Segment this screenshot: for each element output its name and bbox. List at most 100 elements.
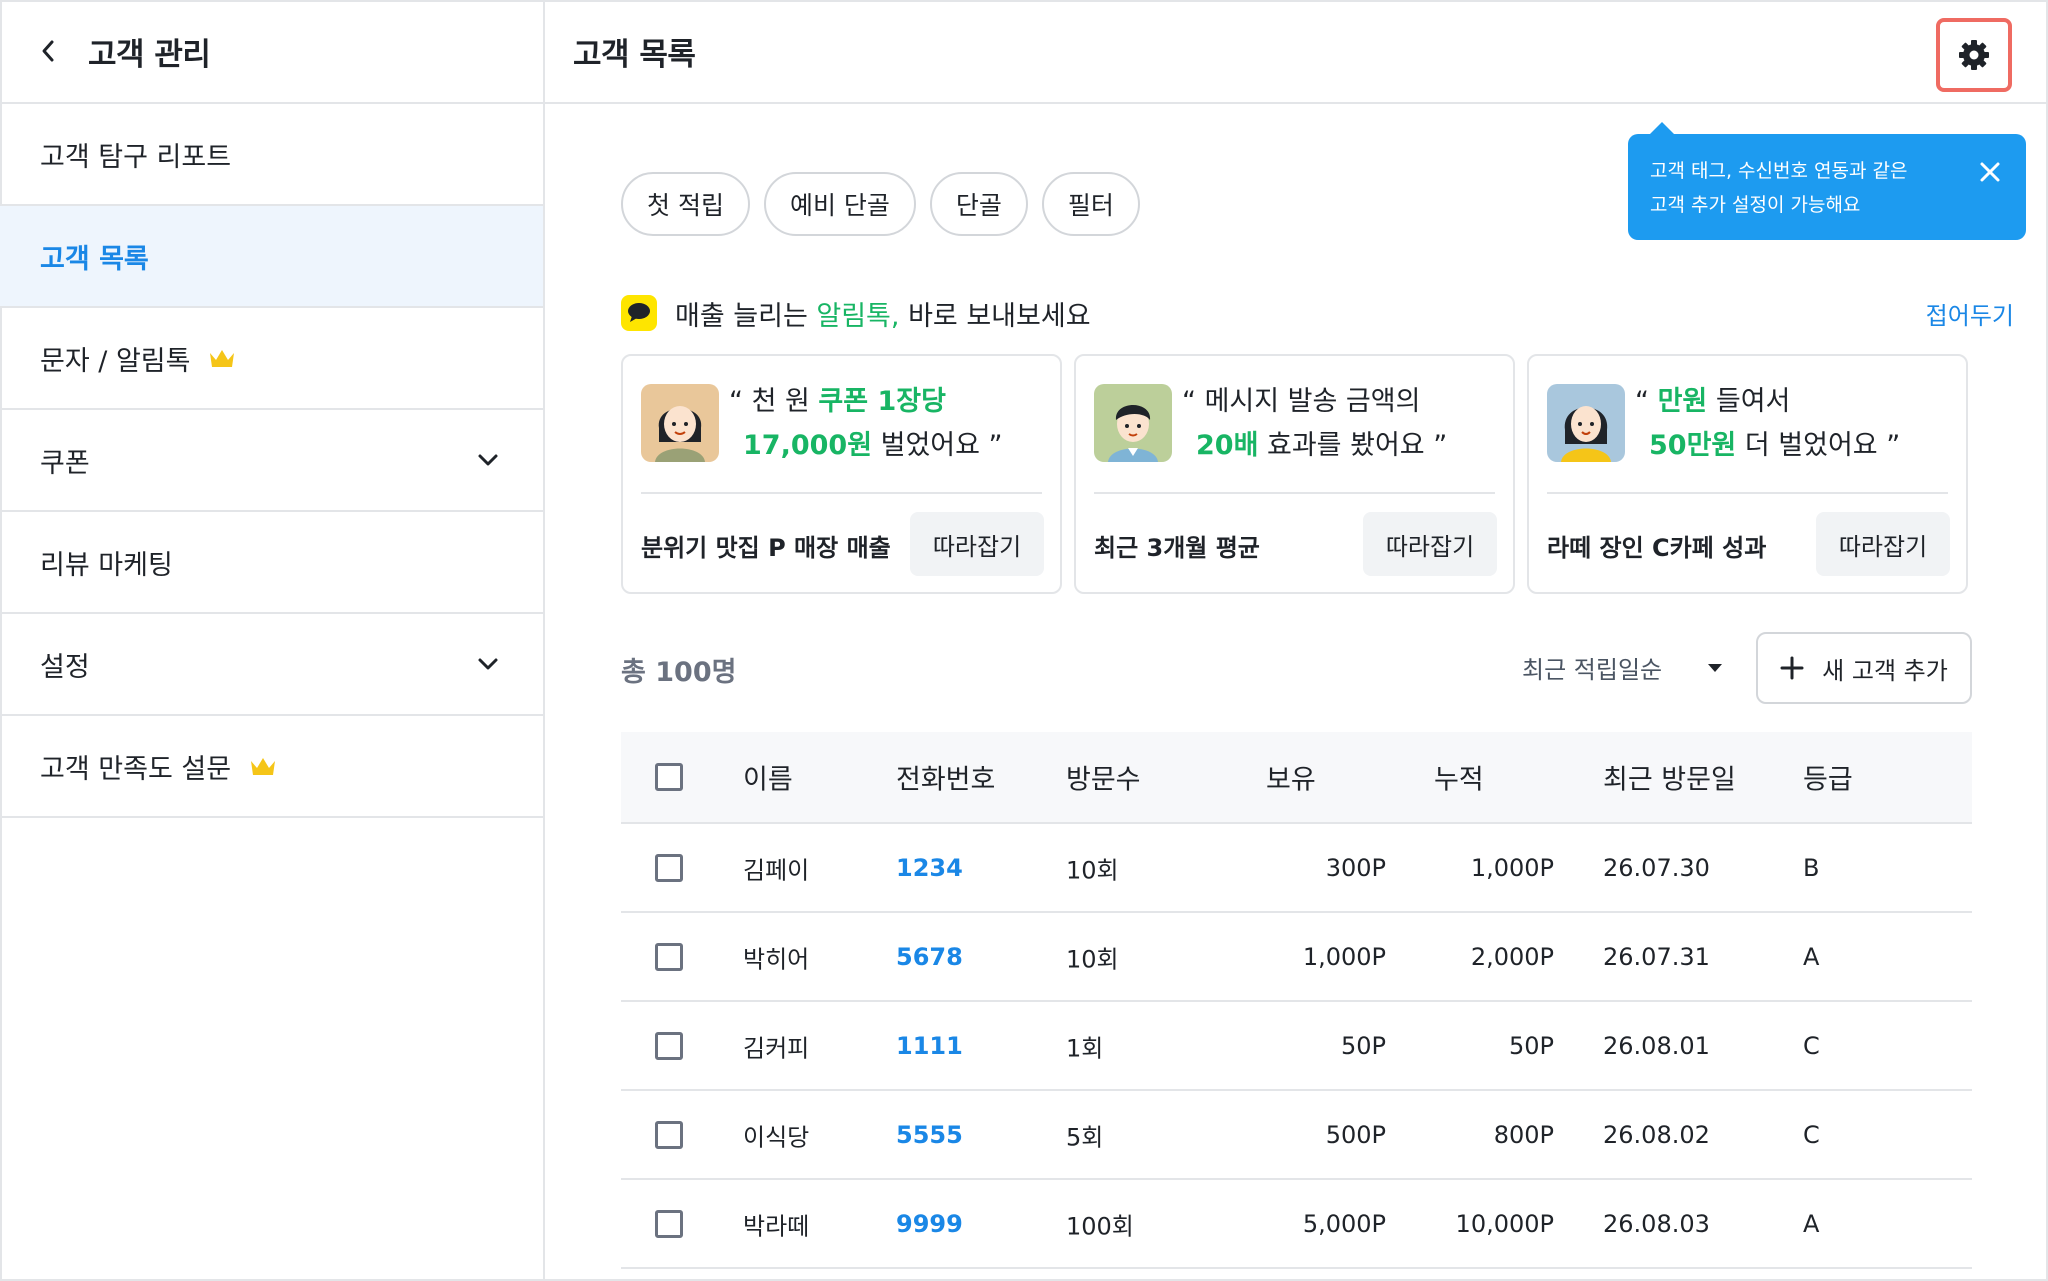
quote-text: “ 천 원 — [729, 386, 819, 417]
select-all-checkbox[interactable] — [655, 763, 683, 791]
card-meta: 최근 3개월 평균 — [1094, 534, 1260, 562]
gear-icon — [1959, 40, 1989, 70]
promo-text: 매출 늘리는 알림톡, 바로 보내보세요 — [675, 294, 1091, 333]
main-header: 고객 목록 — [545, 0, 2048, 104]
cell-name: 박히어 — [743, 945, 810, 973]
cell-phone[interactable]: 1234 — [896, 854, 963, 882]
kakao-talk-icon — [621, 295, 657, 331]
follow-button[interactable]: 따라잡기 — [910, 512, 1044, 576]
sidebar-item-survey[interactable]: 고객 만족도 설문 — [0, 716, 543, 818]
quote-highlight: 50만원 — [1649, 430, 1737, 461]
chip-first-earn[interactable]: 첫 적립 — [621, 172, 750, 236]
sidebar-item-customer-list[interactable]: 고객 목록 — [0, 206, 543, 308]
sidebar: 고객 관리 고객 탐구 리포트 고객 목록 문자 / 알림톡 쿠폰 리뷰 마케팅… — [0, 0, 545, 1281]
sidebar-item-settings[interactable]: 설정 — [0, 614, 543, 716]
cell-visits: 5회 — [1066, 1123, 1104, 1151]
sidebar-item-report[interactable]: 고객 탐구 리포트 — [0, 104, 543, 206]
add-customer-label: 새 고객 추가 — [1822, 656, 1948, 685]
cell-points-held: 300P — [1325, 853, 1386, 882]
col-name[interactable]: 이름 — [743, 758, 793, 797]
cell-last-visit: 26.07.31 — [1603, 942, 1710, 971]
col-points-held[interactable]: 보유 — [1266, 758, 1316, 797]
row-checkbox[interactable] — [655, 853, 683, 882]
quote-highlight: 20배 — [1196, 430, 1259, 461]
sidebar-item-review-marketing[interactable]: 리뷰 마케팅 — [0, 512, 543, 614]
card-meta: 라떼 장인 C카페 성과 — [1547, 534, 1767, 562]
cell-phone[interactable]: 9999 — [896, 1210, 963, 1238]
cell-points-held: 500P — [1325, 1120, 1386, 1149]
success-cards: “ 천 원 쿠폰 1장당 17,000원 벌었어요 ” 분위기 맛집 P 매장 … — [621, 354, 1968, 594]
row-checkbox[interactable] — [655, 942, 683, 971]
fold-link[interactable]: 접어두기 — [1926, 296, 2014, 331]
promo-text-after: 바로 보내보세요 — [899, 300, 1091, 332]
crown-icon — [210, 350, 235, 367]
sidebar-item-label: 설정 — [40, 651, 90, 683]
divider — [1547, 492, 1948, 494]
quote-text: 벌었어요 ” — [872, 430, 1003, 461]
col-phone[interactable]: 전화번호 — [896, 758, 995, 797]
success-card: “ 만원 들여서 50만원 더 벌었어요 ” 라떼 장인 C카페 성과 따라잡기 — [1527, 354, 1968, 594]
col-points-accumulated[interactable]: 누적 — [1434, 758, 1484, 797]
cell-points-accumulated: 2,000P — [1470, 942, 1554, 971]
add-customer-button[interactable]: 새 고객 추가 — [1756, 632, 1972, 704]
cell-visits: 10회 — [1066, 856, 1119, 884]
sidebar-item-messages[interactable]: 문자 / 알림톡 — [0, 308, 543, 410]
settings-button[interactable] — [1936, 18, 2012, 92]
table-row[interactable]: 박히어 5678 10회 1,000P 2,000P 26.07.31 A — [621, 913, 1972, 1002]
cell-phone[interactable]: 1111 — [896, 1032, 963, 1060]
tooltip-line-1: 고객 태그, 수신번호 연동과 같은 — [1650, 160, 1908, 182]
promo-text-before: 매출 늘리는 — [675, 300, 817, 332]
cell-last-visit: 26.08.03 — [1603, 1209, 1710, 1238]
chip-filter[interactable]: 필터 — [1041, 172, 1140, 236]
cell-visits: 100회 — [1066, 1212, 1134, 1240]
sort-dropdown[interactable]: 최근 적립일순 — [1522, 650, 1723, 685]
crown-icon — [251, 758, 276, 775]
card-quote: “ 메시지 발송 금액의 20배 효과를 봤어요 ” — [1182, 380, 1447, 468]
table-row[interactable]: 박라떼 9999 100회 5,000P 10,000P 26.08.03 A — [621, 1180, 1972, 1269]
sidebar-header: 고객 관리 — [0, 0, 543, 104]
divider — [1094, 492, 1495, 494]
close-icon[interactable] — [1978, 160, 2002, 184]
cell-points-held: 50P — [1340, 1031, 1386, 1060]
quote-line-2: 20배 효과를 봤어요 ” — [1182, 424, 1447, 468]
cell-name: 김커피 — [743, 1034, 810, 1062]
cell-points-accumulated: 800P — [1493, 1120, 1554, 1149]
sidebar-item-label: 문자 / 알림톡 — [40, 345, 191, 377]
cell-name: 박라떼 — [743, 1212, 810, 1240]
sidebar-title: 고객 관리 — [88, 36, 211, 73]
cell-phone[interactable]: 5678 — [896, 943, 963, 971]
col-last-visit[interactable]: 최근 방문일 — [1603, 758, 1736, 797]
main-content: 고객 목록 고객 태그, 수신번호 연동과 같은 고객 추가 설정이 가능해요 … — [545, 0, 2048, 1281]
col-visits[interactable]: 방문수 — [1066, 758, 1141, 797]
sidebar-item-label: 리뷰 마케팅 — [40, 549, 173, 581]
cell-grade: C — [1803, 1120, 1820, 1149]
caret-down-icon — [1708, 663, 1723, 672]
back-icon[interactable] — [34, 37, 62, 65]
table-row[interactable]: 김페이 1234 10회 300P 1,000P 26.07.30 B — [621, 824, 1972, 913]
avatar — [641, 384, 719, 462]
table-row[interactable]: 김커피 1111 1회 50P 50P 26.08.01 C — [621, 1002, 1972, 1091]
cell-points-held: 1,000P — [1302, 942, 1386, 971]
row-checkbox[interactable] — [655, 1031, 683, 1060]
quote-text: 들여서 — [1707, 386, 1791, 417]
cell-grade: B — [1803, 853, 1820, 882]
cell-points-accumulated: 50P — [1508, 1031, 1554, 1060]
quote-text: 더 벌었어요 ” — [1736, 430, 1901, 461]
cell-phone[interactable]: 5555 — [896, 1121, 963, 1149]
follow-button[interactable]: 따라잡기 — [1363, 512, 1497, 576]
cell-points-accumulated: 1,000P — [1470, 853, 1554, 882]
row-checkbox[interactable] — [655, 1120, 683, 1149]
follow-button[interactable]: 따라잡기 — [1816, 512, 1950, 576]
col-grade[interactable]: 등급 — [1803, 758, 1853, 797]
card-meta: 분위기 맛집 P 매장 매출 — [641, 534, 891, 562]
chip-regular[interactable]: 단골 — [929, 172, 1028, 236]
row-checkbox[interactable] — [655, 1209, 683, 1238]
cell-points-accumulated: 10,000P — [1455, 1209, 1554, 1238]
success-card: “ 메시지 발송 금액의 20배 효과를 봤어요 ” 최근 3개월 평균 따라잡… — [1074, 354, 1515, 594]
sidebar-item-coupon[interactable]: 쿠폰 — [0, 410, 543, 512]
chip-pre-regular[interactable]: 예비 단골 — [763, 172, 916, 236]
table-row[interactable]: 이식당 5555 5회 500P 800P 26.08.02 C — [621, 1091, 1972, 1180]
chevron-down-icon — [478, 658, 498, 670]
quote-text: 효과를 봤어요 ” — [1258, 430, 1448, 461]
sidebar-item-label: 고객 탐구 리포트 — [40, 141, 232, 173]
